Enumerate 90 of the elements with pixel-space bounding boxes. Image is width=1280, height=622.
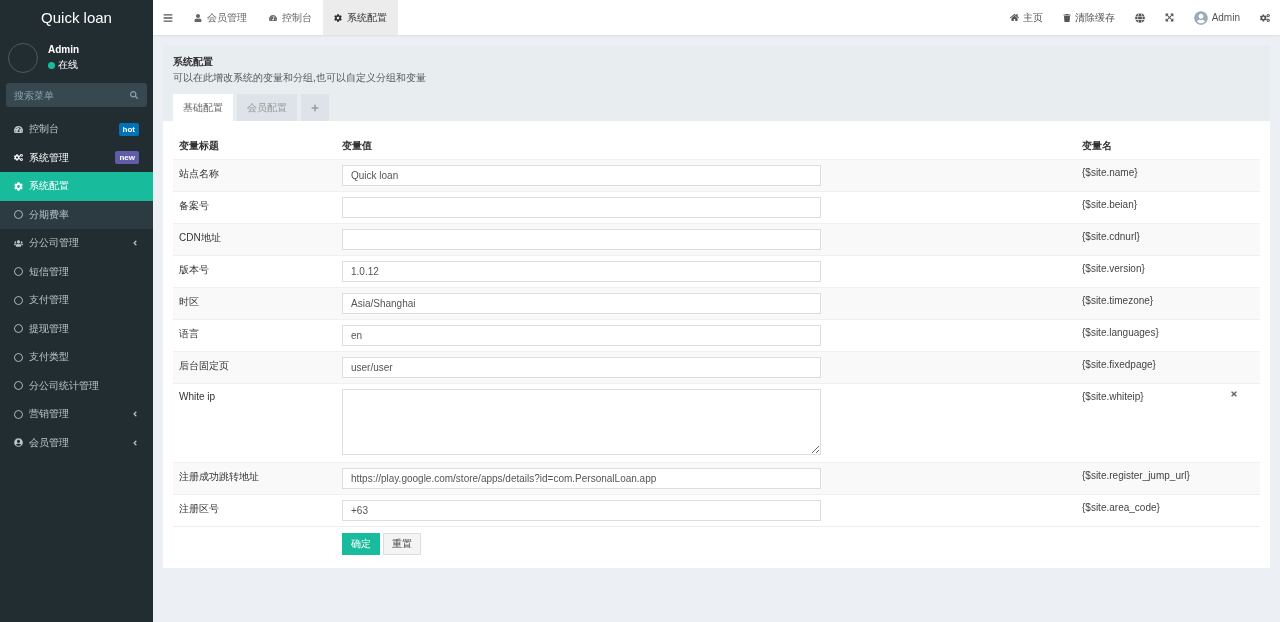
- menu-label: 支付管理: [29, 293, 70, 308]
- menu-item[interactable]: 提现管理: [0, 314, 153, 343]
- users-icon: [14, 238, 23, 248]
- variable-name: {$site.area_code}: [1082, 501, 1161, 515]
- dashboard-icon: [14, 124, 23, 134]
- textarea-field[interactable]: [342, 389, 821, 455]
- row-title: 注册成功跳转地址: [179, 470, 260, 484]
- menu-label: 支付类型: [29, 350, 70, 365]
- input-field[interactable]: https://play.google.com/store/apps/details?id=com.PersonalLoan.app: [342, 468, 821, 489]
- variable-name: {$site.languages}: [1082, 326, 1160, 340]
- input-field[interactable]: +63: [342, 500, 821, 521]
- user-icon: [194, 13, 202, 22]
- row-title: 时区: [179, 295, 200, 309]
- menu-label: 营销管理: [29, 407, 70, 422]
- input-field[interactable]: 1.0.12: [342, 261, 821, 282]
- user-menu[interactable]: Admin: [1183, 10, 1250, 25]
- row-title: White ip: [179, 390, 217, 404]
- column-header: 变量标题: [179, 139, 220, 153]
- nav-tab[interactable]: 控制台: [258, 0, 323, 35]
- home-icon: [1009, 13, 1019, 22]
- menu-item[interactable]: 分期费率: [0, 200, 153, 229]
- cogs-icon: [1260, 12, 1270, 23]
- menu-badge: new: [115, 151, 139, 165]
- globe-icon: [1134, 12, 1145, 23]
- close-icon[interactable]: [1230, 390, 1238, 398]
- variable-name: {$site.timezone}: [1082, 294, 1155, 308]
- input-field[interactable]: en: [342, 325, 821, 346]
- row-title: 备案号: [179, 199, 210, 213]
- home-link[interactable]: 主页: [999, 10, 1053, 25]
- menu-item[interactable]: 会员管理: [0, 428, 153, 457]
- column-header: 变量值: [342, 139, 373, 153]
- row-title: 版本号: [179, 263, 210, 277]
- cogs-icon: [14, 153, 23, 163]
- clear-cache-link[interactable]: 清除缓存: [1052, 10, 1125, 25]
- menu-item[interactable]: 短信管理: [0, 257, 153, 286]
- row-title: 站点名称: [179, 167, 220, 181]
- row-title: 后台固定页: [179, 359, 230, 373]
- menu-item[interactable]: 支付类型: [0, 343, 153, 372]
- variable-name: {$site.name}: [1082, 166, 1139, 180]
- menu-label: 提现管理: [29, 321, 70, 336]
- expand-icon: [1164, 13, 1174, 22]
- avatar-icon: [1193, 10, 1208, 25]
- menu-item[interactable]: 支付管理: [0, 286, 153, 315]
- menu-label: 分公司管理: [29, 236, 80, 251]
- variable-name: {$site.fixedpage}: [1082, 358, 1157, 372]
- user-name: Admin: [48, 44, 80, 55]
- settings-icon: [334, 13, 342, 22]
- config-tab[interactable]: 基础配置: [173, 94, 233, 121]
- status-dot: [48, 61, 55, 69]
- input-field[interactable]: Asia/Shanghai: [342, 293, 821, 314]
- nav-tab[interactable]: 系统配置: [323, 0, 398, 35]
- menu-label: 短信管理: [29, 264, 70, 279]
- brand-title: Quick loan: [40, 8, 113, 28]
- menu-icon: [163, 12, 173, 23]
- variable-name: {$site.cdnurl}: [1082, 230, 1141, 244]
- input-field[interactable]: [342, 229, 821, 250]
- panel-description: 可以在此增改系统的变量和分组,也可以自定义分组和变量: [173, 71, 427, 85]
- menu-item[interactable]: 营销管理: [0, 400, 153, 429]
- menu-label: 系统管理: [29, 150, 70, 165]
- trash-icon: [1062, 13, 1071, 22]
- dashboard-icon: [269, 13, 277, 22]
- search-icon: [130, 91, 138, 99]
- nav-tab[interactable]: 会员管理: [183, 0, 258, 35]
- column-header: 变量名: [1082, 139, 1113, 153]
- menu-label: 系统配置: [29, 179, 70, 194]
- menu-label: 分期费率: [29, 207, 70, 222]
- reset-button[interactable]: 重置: [383, 533, 421, 555]
- row-title: CDN地址: [179, 231, 222, 245]
- menu-item[interactable]: 分公司统计管理: [0, 371, 153, 400]
- row-title: 注册区号: [179, 502, 220, 516]
- menu-item[interactable]: 系统管理 new: [0, 143, 153, 172]
- menu-label: 分公司统计管理: [29, 378, 100, 393]
- user-status: 在线: [58, 58, 78, 72]
- variable-name: {$site.beian}: [1082, 198, 1139, 212]
- settings-icon: [14, 181, 23, 191]
- input-field[interactable]: [342, 197, 821, 218]
- panel-title: 系统配置: [173, 55, 214, 69]
- menu-item[interactable]: 分公司管理: [0, 229, 153, 258]
- search-field[interactable]: 搜索菜单: [6, 83, 147, 107]
- input-field[interactable]: user/user: [342, 357, 821, 378]
- menu-badge: hot: [118, 122, 139, 136]
- row-title: 语言: [179, 327, 200, 341]
- plus-icon: [311, 103, 319, 112]
- menu-label: 控制台: [29, 122, 60, 137]
- variable-name: {$site.version}: [1082, 262, 1146, 276]
- input-field[interactable]: Quick loan: [342, 165, 821, 186]
- menu-item[interactable]: 控制台 hot: [0, 115, 153, 144]
- menu-label: 会员管理: [29, 435, 70, 450]
- variable-name: {$site.register_jump_url}: [1082, 469, 1191, 483]
- variable-name: {$site.whiteip}: [1082, 390, 1145, 404]
